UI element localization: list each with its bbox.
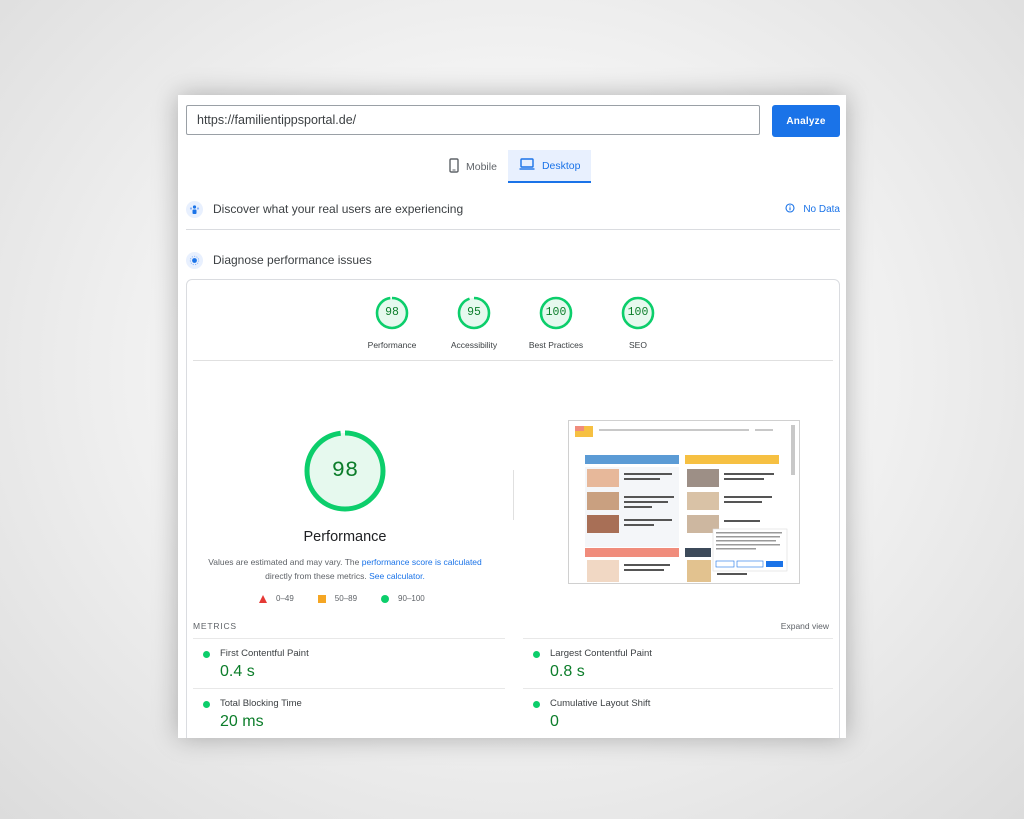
performance-gauge: 98: [303, 429, 387, 513]
page-screenshot-thumbnail: [568, 420, 800, 584]
legend-range: 50–89: [334, 594, 358, 603]
score-calculated-link[interactable]: performance score is calculated: [362, 557, 482, 567]
performance-description: Values are estimated and may vary. The p…: [205, 555, 485, 583]
score-value: 100: [545, 306, 567, 319]
desc-text: directly from these metrics.: [265, 571, 367, 581]
metric-first-contentful-paint: First Contentful Paint 0.4 s: [193, 643, 483, 691]
performance-score: 98: [331, 458, 359, 483]
metric-name: Largest Contentful Paint: [550, 648, 652, 659]
score-gauge: 100: [539, 296, 573, 330]
page-screenshot-drawing: [569, 421, 799, 583]
metric-name: First Contentful Paint: [220, 648, 309, 659]
score-label: Best Practices: [528, 340, 584, 350]
pass-circle-icon: [203, 651, 210, 658]
legend-average: 50–89: [317, 594, 358, 603]
metric-divider: [523, 638, 833, 639]
pass-circle-icon: [533, 651, 540, 658]
metric-value: 0: [550, 713, 559, 730]
metrics-heading: METRICS: [193, 621, 237, 631]
lab-data-header: Diagnose performance issues: [186, 250, 840, 270]
no-data-label: No Data: [803, 203, 840, 215]
lab-flask-icon: [186, 251, 203, 269]
see-calculator-link[interactable]: See calculator.: [369, 571, 425, 581]
triangle-icon: [259, 594, 267, 603]
pass-circle-icon: [533, 701, 540, 708]
laptop-icon: [519, 158, 535, 173]
tab-desktop-label: Desktop: [541, 159, 581, 172]
score-seo[interactable]: 100 SEO: [596, 296, 680, 350]
circle-icon: [381, 594, 390, 603]
score-value: 98: [385, 306, 399, 319]
tab-desktop[interactable]: Desktop: [507, 150, 592, 183]
tab-mobile[interactable]: Mobile: [438, 150, 508, 183]
device-tabs: Mobile Desktop: [438, 150, 592, 183]
metric-divider: [193, 638, 505, 639]
metric-name: Total Blocking Time: [220, 698, 302, 709]
no-data-link[interactable]: No Data: [785, 202, 840, 216]
legend-range: 90–100: [398, 594, 425, 603]
metric-largest-contentful-paint: Largest Contentful Paint 0.8 s: [523, 643, 813, 691]
lab-results-panel: 98 Performance 95 Accessibility 100 Best…: [186, 279, 840, 738]
score-accessibility[interactable]: 95 Accessibility: [432, 296, 516, 350]
metric-name: Cumulative Layout Shift: [550, 698, 651, 709]
legend-pass: 90–100: [381, 594, 425, 603]
score-legend: 0–49 50–89 90–100: [259, 594, 425, 603]
score-value: 100: [627, 306, 649, 319]
score-performance[interactable]: 98 Performance: [350, 296, 434, 350]
legend-range: 0–49: [276, 594, 294, 603]
square-icon: [317, 594, 326, 603]
score-label: Accessibility: [450, 340, 498, 350]
score-value: 95: [467, 306, 481, 319]
metric-total-blocking-time: Total Blocking Time 20 ms: [193, 693, 483, 738]
score-gauge: 98: [375, 296, 409, 330]
field-data-header: Discover what your real users are experi…: [186, 199, 840, 219]
desc-text: Values are estimated and may vary. The: [208, 557, 360, 567]
score-gauge: 95: [457, 296, 491, 330]
score-gauge: 100: [621, 296, 655, 330]
section-divider: [186, 229, 840, 230]
metric-value: 20 ms: [220, 713, 264, 730]
users-icon: [186, 200, 203, 218]
metric-cumulative-layout-shift: Cumulative Layout Shift 0: [523, 693, 813, 738]
analyze-button[interactable]: Analyze: [772, 105, 840, 137]
score-label: SEO: [629, 340, 647, 350]
performance-title: Performance: [303, 529, 387, 545]
lab-data-title: Diagnose performance issues: [213, 253, 372, 267]
panel-divider: [193, 360, 833, 361]
expand-view-toggle[interactable]: Expand view: [781, 621, 829, 631]
vertical-separator: [513, 470, 514, 520]
info-icon: [785, 202, 795, 216]
score-best-practices[interactable]: 100 Best Practices: [514, 296, 598, 350]
pagespeed-card: Analyze Mobile Desktop Discover what you…: [178, 95, 846, 738]
metric-value: 0.4 s: [220, 663, 255, 680]
metric-value: 0.8 s: [550, 663, 585, 680]
tab-mobile-label: Mobile: [466, 160, 497, 173]
field-data-title: Discover what your real users are experi…: [213, 202, 464, 216]
legend-fail: 0–49: [259, 594, 294, 603]
mobile-phone-icon: [449, 157, 459, 176]
url-input[interactable]: [186, 105, 760, 135]
pass-circle-icon: [203, 701, 210, 708]
score-label: Performance: [367, 340, 417, 350]
